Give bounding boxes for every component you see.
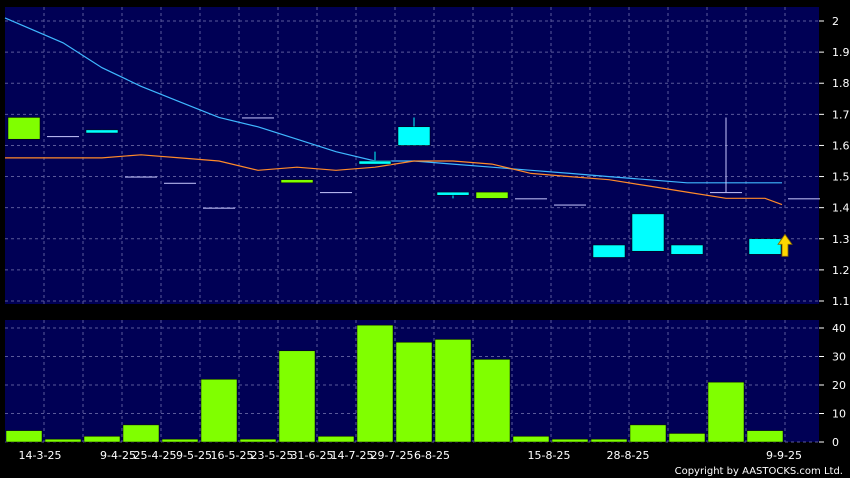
price-tick-label: 1.5 xyxy=(832,171,850,184)
volume-bar xyxy=(551,438,589,443)
date-label: 25-4-25 xyxy=(134,449,177,462)
price-tick-label: 1.1 xyxy=(832,295,850,308)
date-label: 9-9-25 xyxy=(766,449,802,462)
date-label: 23-5-25 xyxy=(251,449,294,462)
volume-tick-label: 30 xyxy=(832,351,846,364)
volume-bar xyxy=(317,436,355,443)
volume-bar xyxy=(512,436,550,443)
date-label: 15-8-25 xyxy=(528,449,571,462)
volume-tick-label: 0 xyxy=(832,436,839,449)
date-label: 28-8-25 xyxy=(607,449,650,462)
volume-bar xyxy=(239,438,277,443)
volume-tick-label: 10 xyxy=(832,408,846,421)
candle-body xyxy=(515,198,547,200)
price-tick-label: 1.4 xyxy=(832,202,850,215)
candle-body xyxy=(242,117,274,119)
volume-bar xyxy=(668,433,706,443)
volume-bar xyxy=(278,350,316,443)
volume-bar xyxy=(161,438,199,443)
date-label: 6-8-25 xyxy=(414,449,450,462)
price-tick-label: 1.3 xyxy=(832,233,850,246)
volume-bar xyxy=(707,381,745,443)
volume-bar xyxy=(629,424,667,443)
price-tick-label: 1.7 xyxy=(832,108,850,121)
candle-body xyxy=(748,238,782,255)
price-tick-label: 1.9 xyxy=(832,46,850,59)
candle-body xyxy=(203,207,235,209)
volume-bar xyxy=(590,438,628,443)
date-label: 14-7-25 xyxy=(331,449,374,462)
price-tick-label: 1.6 xyxy=(832,139,850,152)
candle-body xyxy=(125,176,157,178)
candle-body xyxy=(47,136,79,138)
volume-bar xyxy=(434,339,472,443)
candle-body xyxy=(164,182,196,184)
candle-body xyxy=(358,160,392,165)
date-label: 14-3-25 xyxy=(19,449,62,462)
volume-bar xyxy=(395,342,433,443)
candle-body xyxy=(7,117,41,140)
price-tick-label: 1.8 xyxy=(832,77,850,90)
price-tick-label: 2 xyxy=(832,15,839,28)
volume-bar xyxy=(356,324,394,443)
candle-body xyxy=(554,204,586,206)
candle-body xyxy=(710,192,742,194)
candle-body xyxy=(475,191,509,199)
price-tick-label: 1.2 xyxy=(832,264,850,277)
candle-body xyxy=(670,244,704,255)
candle-body xyxy=(397,126,431,146)
date-label: 16-5-25 xyxy=(211,449,254,462)
candle-body xyxy=(592,244,626,258)
volume-bar xyxy=(44,438,82,443)
volume-bar xyxy=(746,430,784,443)
volume-tick-label: 20 xyxy=(832,379,846,392)
candle-body xyxy=(631,213,665,252)
stock-chart: 2 1.9 1.8 1.7 1.6 1.5 1.4 1.3 1.2 1.1 40 30 20 10 0 1… xyxy=(0,0,850,478)
volume-bar xyxy=(5,430,43,443)
date-label: 9-5-25 xyxy=(176,449,212,462)
volume-tick-label: 40 xyxy=(832,322,846,335)
volume-bar xyxy=(200,379,238,443)
volume-bar xyxy=(473,359,511,443)
candle-body xyxy=(320,192,352,194)
volume-bar xyxy=(122,424,160,443)
date-label: 31-6-25 xyxy=(291,449,334,462)
candle-body xyxy=(436,191,470,196)
date-label: 9-4-25 xyxy=(100,449,136,462)
candle-body xyxy=(85,129,119,134)
date-label: 29-7-25 xyxy=(371,449,414,462)
volume-bar xyxy=(83,436,121,443)
candle-body xyxy=(280,179,314,184)
copyright-text: Copyright by AASTOCKS.com Ltd. xyxy=(675,466,843,477)
candle-body xyxy=(788,198,820,200)
